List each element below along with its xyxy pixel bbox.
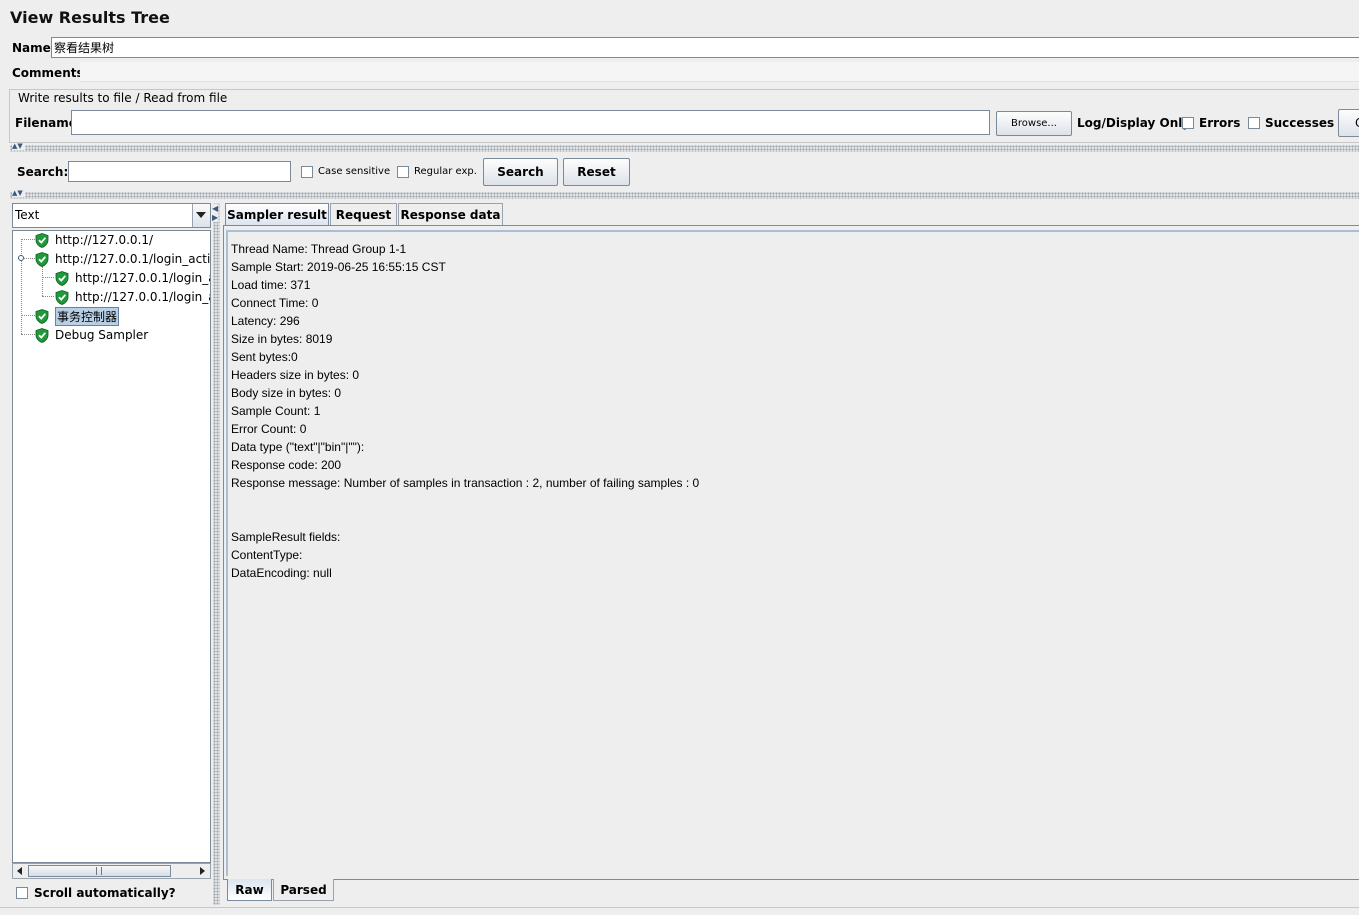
result-line: Response message: Number of samples in t… <box>231 476 700 490</box>
tree-item[interactable]: http://127.0.0.1/login_action/ <box>35 250 211 268</box>
scrollbar-grip-icon <box>96 867 102 875</box>
tree-item-label: http://127.0.0.1/login_action/ <box>75 271 210 285</box>
scroll-left-icon[interactable] <box>17 867 22 875</box>
tab-sampler-result[interactable]: Sampler result <box>225 203 329 225</box>
browse-button[interactable]: Browse... <box>996 111 1072 136</box>
errors-checkbox[interactable] <box>1182 117 1194 129</box>
result-line: Body size in bytes: 0 <box>231 386 342 400</box>
comments-label: Comments: <box>12 66 89 80</box>
tree-item-label: http://127.0.0.1/login_action/ <box>75 290 210 304</box>
tree-item[interactable]: http://127.0.0.1/login_action/ <box>55 269 210 287</box>
panel-title: View Results Tree <box>10 8 170 27</box>
result-line: Size in bytes: 8019 <box>231 332 333 346</box>
tree-item[interactable]: http://127.0.0.1/ <box>35 231 153 249</box>
result-line: Sample Count: 1 <box>231 404 321 418</box>
tree-connector <box>21 239 22 334</box>
tree-item-selected[interactable]: 事务控制器 <box>35 306 120 326</box>
result-line: Response code: 200 <box>231 458 342 472</box>
filename-input[interactable] <box>71 110 990 135</box>
result-line: Error Count: 0 <box>231 422 307 436</box>
result-line: SampleResult fields: <box>231 530 341 544</box>
tree-item-label: http://127.0.0.1/login_action/ <box>55 252 211 266</box>
bottom-divider <box>0 907 1359 908</box>
successes-label: Successes <box>1265 116 1335 130</box>
tab-request[interactable]: Request <box>330 203 397 225</box>
scroll-automatically-checkbox[interactable] <box>16 887 28 899</box>
sampler-result-text: Thread Name: Thread Group 1-1 Sample Sta… <box>231 240 699 582</box>
regex-label: Regular exp. <box>414 166 477 177</box>
tree-connector <box>21 315 35 316</box>
result-line: Sent bytes:0 <box>231 350 298 364</box>
success-shield-icon <box>35 232 49 248</box>
search-button[interactable]: Search <box>483 158 558 186</box>
scroll-right-icon[interactable] <box>200 867 205 875</box>
result-line <box>231 510 699 528</box>
splitter-arrows-icon[interactable]: ▲▼ <box>12 190 25 197</box>
tree-expander-icon[interactable] <box>18 255 24 261</box>
splitter-middle[interactable] <box>10 192 1359 199</box>
result-line: DataEncoding: null <box>231 566 332 580</box>
tree-item-label: http://127.0.0.1/ <box>55 233 154 247</box>
splitter-arrows-icon[interactable]: ▲▼ <box>12 143 25 150</box>
renderer-value: Text <box>15 208 40 222</box>
result-line: Latency: 296 <box>231 314 300 328</box>
tab-parsed[interactable]: Parsed <box>273 879 334 901</box>
success-shield-icon <box>55 289 69 305</box>
result-line: Headers size in bytes: 0 <box>231 368 360 382</box>
tree-connector <box>21 334 35 335</box>
search-label: Search: <box>17 165 69 179</box>
log-display-label: Log/Display Only: <box>1077 116 1195 130</box>
result-line: Connect Time: 0 <box>231 296 319 310</box>
success-shield-icon <box>35 308 49 324</box>
reset-button[interactable]: Reset <box>563 158 630 186</box>
window-edge <box>0 0 8 915</box>
name-label: Name: <box>12 41 56 55</box>
tree-item[interactable]: http://127.0.0.1/login_action/ <box>55 288 210 306</box>
splitter-top[interactable] <box>10 145 1359 152</box>
chevron-down-icon <box>196 212 206 218</box>
result-line: Sample Start: 2019-06-25 16:55:15 CST <box>231 260 446 274</box>
tree-item-label: 事务控制器 <box>55 306 120 326</box>
configure-button[interactable]: C <box>1338 109 1359 137</box>
tab-response-data[interactable]: Response data <box>398 203 503 225</box>
regex-checkbox[interactable] <box>397 166 409 178</box>
result-line: Thread Name: Thread Group 1-1 <box>231 242 407 256</box>
comments-input[interactable] <box>80 62 1359 82</box>
tree-item-label: Debug Sampler <box>55 328 149 342</box>
result-line: ContentType: <box>231 548 306 562</box>
results-tree[interactable]: http://127.0.0.1/ http://127.0.0.1/login… <box>12 230 211 863</box>
scroll-automatically-label: Scroll automatically? <box>34 886 176 900</box>
file-group-title: Write results to file / Read from file <box>15 91 231 105</box>
success-shield-icon <box>35 327 49 343</box>
renderer-select[interactable] <box>12 203 211 228</box>
success-shield-icon <box>55 270 69 286</box>
case-sensitive-checkbox[interactable] <box>301 166 313 178</box>
filename-label: Filename <box>15 116 77 130</box>
tree-connector <box>21 239 35 240</box>
errors-label: Errors <box>1199 116 1241 130</box>
successes-checkbox[interactable] <box>1248 117 1260 129</box>
tree-item[interactable]: Debug Sampler <box>35 326 148 344</box>
tree-connector <box>42 277 54 278</box>
name-input[interactable] <box>51 37 1359 58</box>
tree-connector <box>42 296 54 297</box>
tab-raw[interactable]: Raw <box>227 879 272 901</box>
result-line: Data type ("text"|"bin"|""): <box>231 440 368 454</box>
success-shield-icon <box>35 251 49 267</box>
case-sensitive-label: Case sensitive <box>318 166 391 177</box>
search-input[interactable] <box>68 161 291 182</box>
result-line <box>231 492 699 510</box>
splitter-vertical[interactable] <box>213 203 220 905</box>
tree-connector <box>42 266 43 296</box>
result-line: Load time: 371 <box>231 278 311 292</box>
splitter-arrows-icon[interactable]: ◀ ▶ <box>212 204 219 222</box>
